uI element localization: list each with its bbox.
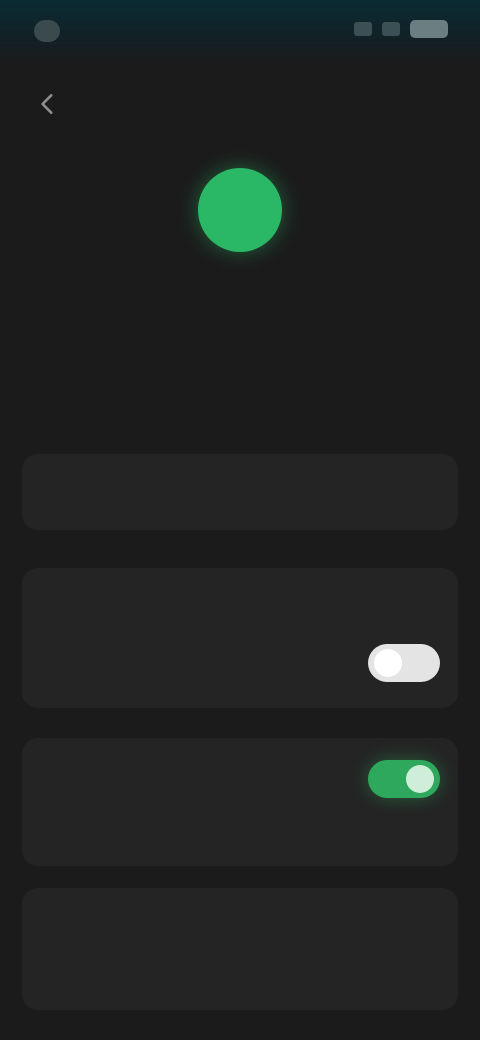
card-3-toggle[interactable] bbox=[368, 760, 440, 798]
signal-icon bbox=[354, 22, 372, 36]
stat-item bbox=[30, 352, 170, 418]
toggle-knob bbox=[406, 765, 434, 793]
notification-icon bbox=[34, 20, 60, 42]
status-bar bbox=[0, 0, 480, 62]
settings-card-2 bbox=[22, 568, 458, 708]
arrow-left-icon bbox=[41, 94, 53, 114]
stat-item bbox=[170, 352, 310, 418]
avatar[interactable] bbox=[198, 168, 282, 252]
battery-icon bbox=[410, 20, 448, 38]
toggle-knob bbox=[374, 649, 402, 677]
settings-card-4 bbox=[22, 888, 458, 1010]
status-left bbox=[34, 18, 130, 44]
wifi-icon bbox=[382, 22, 400, 36]
status-right bbox=[354, 20, 448, 38]
settings-card-3 bbox=[22, 738, 458, 866]
stat-item bbox=[310, 352, 450, 418]
card-2-toggle[interactable] bbox=[368, 644, 440, 682]
settings-card-1[interactable] bbox=[22, 454, 458, 530]
back-button[interactable] bbox=[26, 82, 70, 126]
stats-row bbox=[30, 352, 450, 418]
